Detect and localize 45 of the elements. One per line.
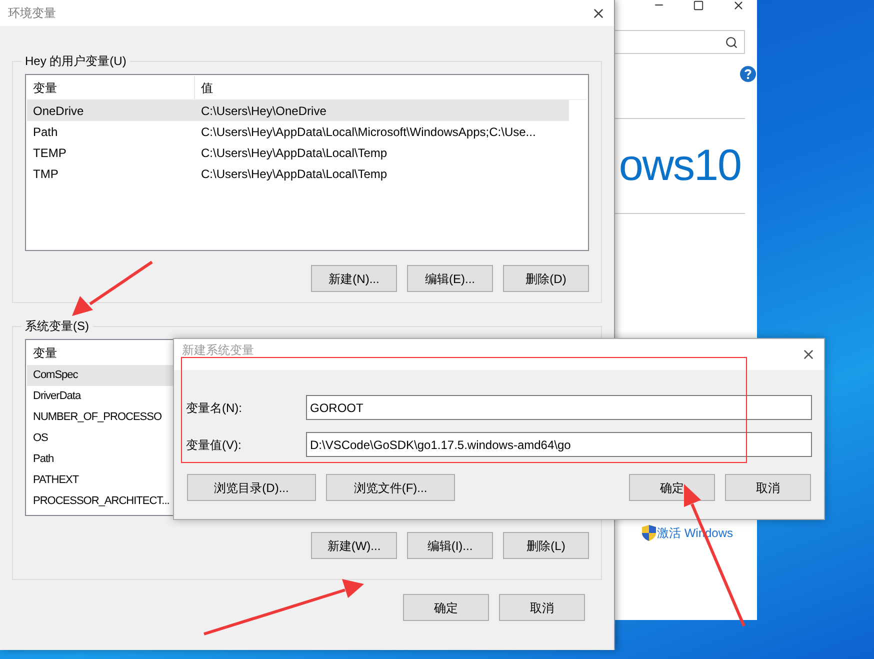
list-row[interactable]: TMP C:\Users\Hey\AppData\Local\Temp <box>27 163 569 184</box>
dialog-button[interactable]: 确定 <box>403 594 489 621</box>
window-title: 环境变量 <box>8 5 56 22</box>
list-row[interactable]: Path C:\Users\Hey\AppData\Local\Microsoft\WindowsApps;C:\Use... <box>27 121 569 142</box>
browse-button[interactable]: 浏览文件(F)... <box>326 474 455 501</box>
dialog-button[interactable]: 删除(L) <box>503 532 589 559</box>
variable-value: C:\Users\Hey\AppData\Local\Microsoft\WindowsApps;C:\Use... <box>200 124 536 140</box>
list-row[interactable]: OneDrive C:\Users\Hey\OneDrive <box>27 100 569 121</box>
input-field[interactable]: GOROOT <box>306 395 812 420</box>
variable-value: C:\Users\Hey\AppData\Local\Temp <box>200 166 388 182</box>
shield-icon <box>642 525 656 541</box>
dialog-button[interactable]: 编辑(E)... <box>407 265 493 292</box>
dialog-button[interactable]: 确定 <box>629 474 715 501</box>
input-field[interactable]: D:\VSCode\GoSDK\go1.17.5.windows-amd64\go <box>306 432 812 457</box>
variable-name: OneDrive <box>32 102 85 120</box>
variable-value: C:\Users\Hey\OneDrive <box>200 102 326 120</box>
dialog-button[interactable]: 新建(N)... <box>311 265 397 292</box>
variable-name: Path <box>32 124 59 140</box>
field-label: 变量值(V): <box>186 436 242 454</box>
variable-name: ComSpec <box>32 368 78 384</box>
dialog-button[interactable]: 编辑(I)... <box>407 532 493 559</box>
variable-name: Path <box>32 452 54 468</box>
column-header[interactable]: 值 <box>195 76 569 99</box>
variable-name: PROCESSOR_ARCHITECT... <box>32 494 170 510</box>
windows-logo-text: ows10 <box>618 140 742 192</box>
field-label: 变量名(N): <box>186 400 243 416</box>
list-row[interactable]: TEMP C:\Users\Hey\AppData\Local\Temp <box>27 142 569 163</box>
group-title: 系统变量(S) <box>24 318 90 335</box>
variable-name: TMP <box>32 166 60 182</box>
maximize-icon[interactable] <box>693 0 704 10</box>
column-header[interactable]: 变量 <box>27 76 195 99</box>
variable-name: TEMP <box>32 144 68 162</box>
dialog-button[interactable]: 新建(W)... <box>311 532 397 559</box>
group-title: Hey 的用户变量(U) <box>24 53 128 70</box>
help-icon[interactable] <box>740 66 756 82</box>
close-icon[interactable] <box>732 0 745 12</box>
browse-button[interactable]: 浏览目录(D)... <box>187 474 316 501</box>
dialog-button[interactable]: 删除(D) <box>503 265 589 292</box>
variable-value: C:\Users\Hey\AppData\Local\Temp <box>200 144 388 162</box>
dialog-button[interactable]: 取消 <box>499 594 585 621</box>
search-icon <box>725 36 738 48</box>
close-icon[interactable] <box>801 347 816 362</box>
dialog-button[interactable]: 取消 <box>725 474 811 501</box>
variable-name: DriverData <box>32 389 81 404</box>
window-title: 新建系统变量 <box>182 342 254 359</box>
